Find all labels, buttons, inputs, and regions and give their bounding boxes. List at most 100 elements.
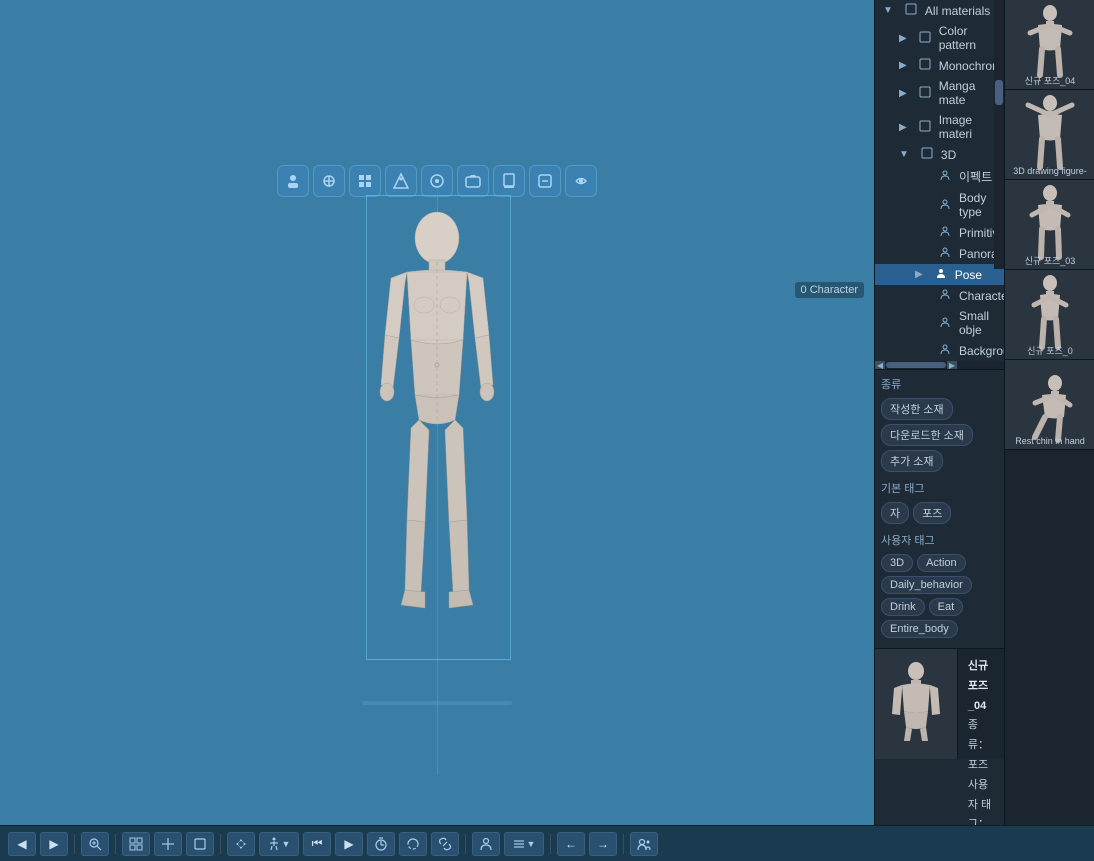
cross-button[interactable] [154,832,182,856]
user-tag-Action[interactable]: Action [917,554,966,572]
tree-item-panorama[interactable]: Panorama [875,243,1004,264]
tree-item-icon [905,3,917,18]
tree-arrow: ▶ [899,60,907,71]
filter-section: 종류 작성한 소재다운로드한 소재추가 소재 기본 태그 자포즈 사용자 태그 … [875,370,1004,648]
material-tree: ▼All materials▶Color pattern ▶ Monochrom ▶M… [875,0,1004,370]
tree-arrow: ▶ [899,88,907,99]
person-button[interactable] [472,832,500,856]
link-button[interactable] [431,832,459,856]
toolbar-icon-6[interactable] [457,165,489,197]
tree-item-label: Monochrom [939,59,1002,73]
toolbar-icon-2[interactable] [313,165,345,197]
main-area: 0 Character ▼All materials▶Color pattern… [0,0,1094,825]
nav-next-button[interactable]: ▶ [40,832,68,856]
zoom-button[interactable] [81,832,109,856]
vertical-scrollbar[interactable] [994,0,1004,269]
tree-item-icon [939,246,951,261]
tree-item-primitive[interactable]: Primitive [875,222,1004,243]
toolbar-icon-1[interactable] [277,165,309,197]
basic-tag-포즈[interactable]: 포즈 [913,502,951,524]
category-tag-작성한 소재[interactable]: 작성한 소재 [881,398,953,420]
basic-tag-label: 기본 태그 [881,478,998,498]
tree-item-label: Small obje [959,309,996,337]
tree-item-3d[interactable]: ▼ 3D [875,144,1004,165]
category-tag-다운로드한 소재[interactable]: 다운로드한 소재 [881,424,973,446]
toolbar-icon-9[interactable] [565,165,597,197]
tree-item-icon [919,86,931,101]
thumbnail-3[interactable]: 신규 포즈_0 [1005,270,1094,360]
thumbnail-1[interactable]: 3D drawing figure- [1005,90,1094,180]
play-button[interactable]: ▶ [335,832,363,856]
toolbar-icon-5[interactable] [421,165,453,197]
3d-figure[interactable] [367,200,507,660]
thumbnail-2[interactable]: 신규 포즈_03 [1005,180,1094,270]
tree-item-character[interactable]: Character [875,285,1004,306]
user-tag-Daily_behavior[interactable]: Daily_behavior [881,576,972,594]
info-type: 종류：포즈 [968,716,994,775]
timer-button[interactable] [367,832,395,856]
tree-item-icon [919,120,931,135]
toolbar-separator-2 [115,834,116,854]
category-tag-추가 소재[interactable]: 추가 소재 [881,450,943,472]
pose-button[interactable]: ▼ [259,832,299,856]
tree-item-icon [919,31,931,46]
thumbnail-0[interactable]: 신규 포즈_04 [1005,0,1094,90]
prev-frame-button[interactable]: ⏮ [303,832,331,856]
user-tag-Entire_body[interactable]: Entire_body [881,620,958,638]
toolbar-separator-1 [74,834,75,854]
arrow-left-button[interactable]: ← [557,832,585,856]
arrow-right-button[interactable]: → [589,832,617,856]
tree-item-label: 3D [941,148,956,162]
user-tag-label: 사용자 태그 [881,530,998,550]
user-tag-Drink[interactable]: Drink [881,598,925,616]
tree-item-label: Backgroun [959,344,1004,358]
move-button[interactable] [227,832,255,856]
user-tags: 3DAction Daily_behavior DrinkEat Entire_bod… [881,554,998,638]
scroll-right-arrow[interactable]: ▶ [947,361,957,369]
action-buttons [875,369,1004,370]
category-label: 종류 [881,374,998,394]
tree-item-color-pattern[interactable]: ▶Color pattern [875,21,1004,55]
toolbar-icon-3[interactable] [349,165,381,197]
tree-item-image-materi[interactable]: ▶Image materi [875,110,1004,144]
right-panel-inner: ▼All materials▶Color pattern ▶ Monochrom ▶M… [875,0,1094,825]
nav-prev-button[interactable]: ◀ [8,832,36,856]
toolbar-icon-7[interactable] [493,165,525,197]
tree-item-icon [921,147,933,162]
bottom-toolbar: ◀ ▶ ▼ ⏮ ▶ ▼ ← → [0,825,1094,861]
user-tag-3D[interactable]: 3D [881,554,913,572]
layer-button[interactable]: ▼ [504,832,544,856]
toolbar-icon-4[interactable] [385,165,417,197]
vertical-scroll-thumb[interactable] [995,80,1003,105]
info-user-tag: 사용자 태그： [968,776,994,825]
tree-item-manga-mate[interactable]: ▶Manga mate [875,76,1004,110]
tree-item-pose[interactable]: ▶Pose [875,264,1004,285]
user-tag-Eat[interactable]: Eat [929,598,964,616]
tree-item-all-materials[interactable]: ▼All materials [875,0,1004,21]
tree-arrow: ▼ [899,149,909,160]
toolbar-separator-5 [550,834,551,854]
bottom-info: 신규 포즈_04 종류：포즈 사용자 태그： 기본 태그：포즈 툰화 [875,648,1004,758]
toolbar-icon-8[interactable] [529,165,561,197]
viewport: 0 Character [0,0,874,825]
tree-item-label: Body type [959,191,996,219]
loop-button[interactable] [399,832,427,856]
basic-tag-자[interactable]: 자 [881,502,909,524]
thumbnail-4[interactable]: Rest chin in hand [1005,360,1094,450]
tree-item-label: Image materi [939,113,996,141]
box-button[interactable] [186,832,214,856]
tree-item-small-obje[interactable]: Small obje [875,306,1004,340]
tree-item-label: Pose [955,268,982,282]
tree-item-icon [939,343,951,358]
horizontal-scroll-thumb[interactable] [886,362,946,368]
scroll-left-arrow[interactable]: ◀ [875,361,885,369]
grid-button[interactable] [122,832,150,856]
tree-item-monochrom[interactable]: ▶ Monochrom [875,55,1004,76]
tree-item-이펙트[interactable]: 이펙트 [875,165,1004,188]
thumbnail-label-1: 3D drawing figure- [1007,166,1093,177]
info-text: 신규 포즈_04 종류：포즈 사용자 태그： 기본 태그：포즈 툰화 [958,649,1004,758]
horizontal-scrollbar[interactable]: ◀ ▶ [875,361,1004,369]
tree-item-body-type[interactable]: Body type [875,188,1004,222]
tree-item-backgroun[interactable]: Backgroun [875,340,1004,361]
user-button[interactable] [630,832,658,856]
